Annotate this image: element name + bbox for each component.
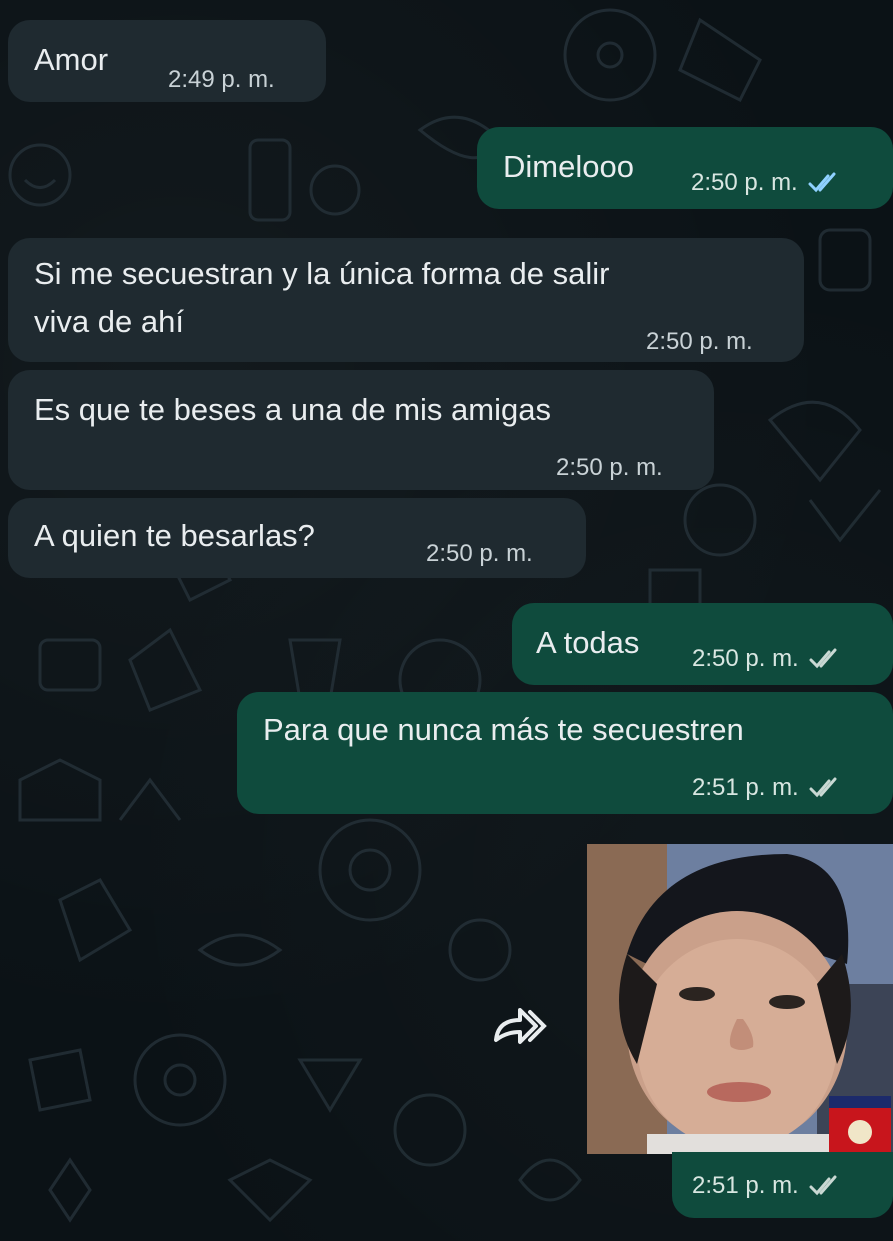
timestamp: 2:50 p. m.: [426, 540, 533, 567]
image-message[interactable]: [587, 844, 893, 1154]
message-time: 2:51 p. m.: [692, 1172, 843, 1200]
timestamp: 2:51 p. m.: [692, 774, 799, 801]
double-check-icon: [809, 648, 837, 669]
double-check-icon: [809, 1175, 837, 1196]
message-incoming[interactable]: Amor 2:49 p. m.: [8, 20, 326, 102]
message-outgoing[interactable]: Dimelooo 2:50 p. m.: [477, 127, 893, 209]
message-time: 2:50 p. m.: [426, 540, 533, 568]
message-incoming[interactable]: A quien te besarlas? 2:50 p. m.: [8, 498, 586, 578]
message-text: Es que te beses a una de mis amigas: [34, 392, 551, 427]
message-time: 2:51 p. m.: [692, 774, 843, 802]
message-text: Dimelooo: [503, 149, 634, 184]
timestamp: 2:50 p. m.: [692, 645, 799, 672]
image-message-footer: 2:51 p. m.: [672, 1152, 893, 1218]
message-text: A todas: [536, 625, 640, 660]
message-incoming[interactable]: Si me secuestran y la única forma de sal…: [8, 238, 804, 362]
message-text: Amor: [34, 42, 109, 77]
message-time: 2:50 p. m.: [556, 454, 663, 482]
timestamp: 2:49 p. m.: [168, 66, 275, 93]
forward-icon[interactable]: [490, 1002, 548, 1048]
message-incoming[interactable]: Es que te beses a una de mis amigas 2:50…: [8, 370, 714, 490]
message-time: 2:50 p. m.: [691, 169, 842, 197]
timestamp: 2:50 p. m.: [646, 328, 753, 355]
message-time: 2:50 p. m.: [692, 645, 843, 673]
message-text-line: Si me secuestran y la única forma de sal…: [34, 256, 610, 291]
message-time: 2:49 p. m.: [168, 66, 275, 94]
double-check-icon: [809, 777, 837, 798]
message-text: Para que nunca más te secuestren: [263, 712, 744, 747]
timestamp: 2:50 p. m.: [556, 454, 663, 481]
message-outgoing[interactable]: Para que nunca más te secuestren 2:51 p.…: [237, 692, 893, 814]
message-text: A quien te besarlas?: [34, 518, 315, 553]
message-text-line: viva de ahí: [34, 304, 184, 339]
double-check-icon: [808, 172, 836, 193]
message-time: 2:50 p. m.: [646, 328, 753, 356]
photo-thumbnail: [587, 844, 893, 1154]
message-outgoing[interactable]: A todas 2:50 p. m.: [512, 603, 893, 685]
timestamp: 2:51 p. m.: [692, 1172, 799, 1199]
timestamp: 2:50 p. m.: [691, 169, 798, 196]
